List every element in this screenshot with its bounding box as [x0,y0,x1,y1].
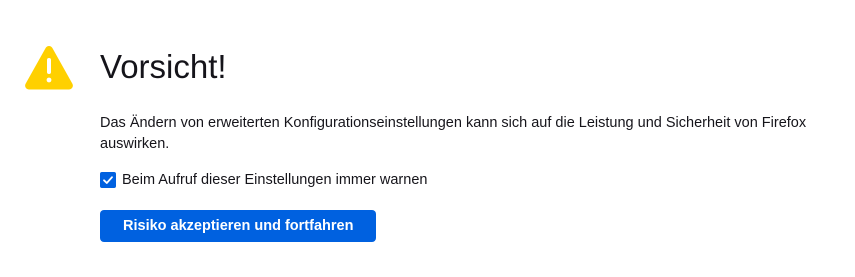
warning-description: Das Ändern von erweiterten Konfiguration… [100,115,807,152]
warn-checkbox-label: Beim Aufruf dieser Einstellungen immer w… [122,172,428,188]
page-title: Vorsicht! [100,48,227,85]
about-config-warning-page: Vorsicht! Das Ändern von erweiterten Kon… [0,0,855,277]
warning-triangle-icon [24,43,74,93]
warn-checkbox[interactable] [100,172,116,188]
warn-checkbox-row[interactable]: Beim Aufruf dieser Einstellungen immer w… [100,169,427,191]
checkmark-icon [103,176,113,184]
accept-risk-button[interactable]: Risiko akzeptieren und fortfahren [100,210,377,242]
